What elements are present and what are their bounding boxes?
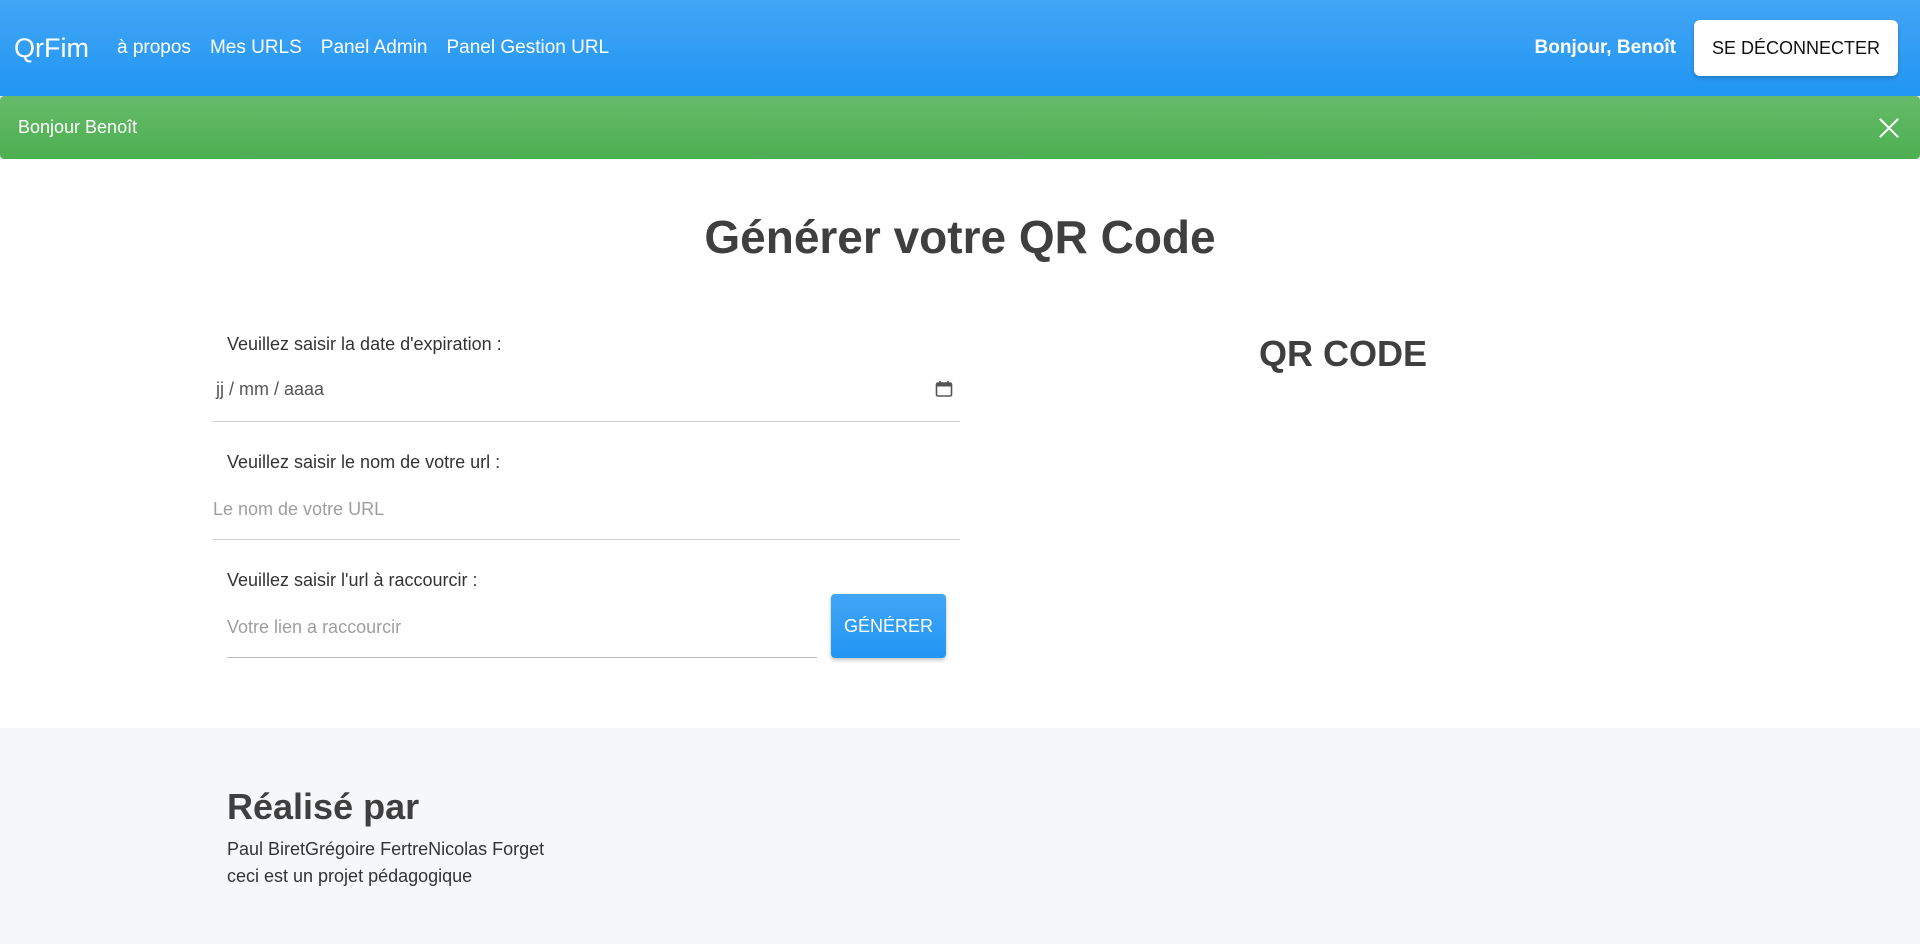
qr-code-title: QR CODE [1259, 333, 1428, 374]
nav-link-panel-gestion-url[interactable]: Panel Gestion URL [446, 37, 609, 59]
footer-note: ceci est un projet pédagogique [227, 866, 473, 886]
url-name-input[interactable] [213, 494, 960, 524]
url-long-label: Veuillez saisir l'url à raccourcir : [227, 570, 478, 590]
footer: Réalisé par Paul BiretGrégoire FertreNic… [0, 728, 1920, 944]
nav-link-a-propos[interactable]: à propos [117, 37, 191, 59]
expiration-underline [213, 421, 960, 422]
user-greeting: Bonjour, Benoît [1534, 37, 1676, 58]
footer-title: Réalisé par [227, 786, 420, 827]
expiration-field-group: Veuillez saisir la date d'expiration : j… [213, 330, 960, 450]
date-value: jj / mm / aaaa [216, 378, 325, 399]
url-name-label: Veuillez saisir le nom de votre url : [227, 452, 501, 472]
close-icon[interactable] [1878, 117, 1900, 139]
nav-link-mes-urls[interactable]: Mes URLS [210, 37, 302, 59]
brand-logo[interactable]: QrFim [14, 33, 89, 64]
url-long-input[interactable] [227, 612, 817, 642]
footer-authors: Paul BiretGrégoire FertreNicolas Forget [227, 839, 545, 859]
calendar-icon[interactable] [935, 380, 953, 398]
url-name-field-group: Veuillez saisir le nom de votre url : [213, 448, 960, 568]
welcome-alert: Bonjour Benoît [0, 96, 1920, 159]
page-title: Générer votre QR Code [704, 211, 1216, 263]
expiration-date-input[interactable]: jj / mm / aaaa [213, 369, 960, 409]
generate-button[interactable]: GÉNÉRER [831, 594, 946, 658]
navbar: QrFim à propos Mes URLS Panel Admin Pane… [0, 0, 1920, 96]
logout-button[interactable]: SE DÉCONNECTER [1693, 20, 1898, 76]
url-long-field-group: Veuillez saisir l'url à raccourcir : GÉN… [213, 566, 960, 686]
alert-message: Bonjour Benoît [18, 117, 138, 137]
url-long-underline [227, 657, 817, 658]
url-name-underline [213, 539, 960, 540]
expiration-label: Veuillez saisir la date d'expiration : [227, 334, 502, 354]
nav-link-panel-admin[interactable]: Panel Admin [321, 37, 428, 59]
